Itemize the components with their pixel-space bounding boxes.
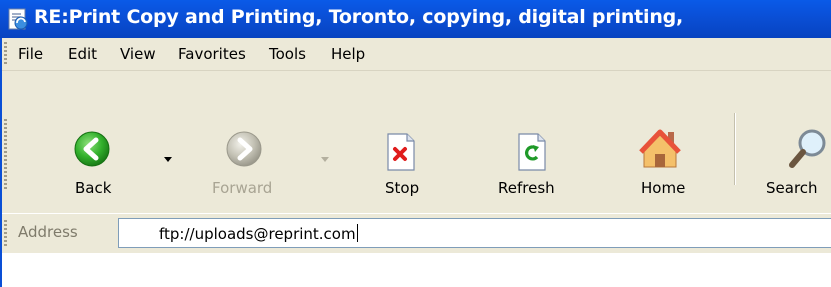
stop-label[interactable]: Stop — [385, 179, 419, 197]
toolbar-separator — [734, 113, 735, 185]
stop-button[interactable] — [385, 133, 417, 175]
refresh-label[interactable]: Refresh — [498, 179, 555, 197]
back-button[interactable] — [72, 129, 112, 173]
refresh-icon — [518, 133, 546, 171]
refresh-button[interactable] — [516, 133, 548, 175]
forward-dropdown-icon[interactable] — [321, 157, 329, 162]
title-bar[interactable]: RE:Print Copy and Printing, Toronto, cop… — [0, 0, 831, 38]
home-label[interactable]: Home — [641, 179, 685, 197]
forward-button[interactable] — [224, 129, 264, 173]
page-content-area[interactable] — [0, 253, 831, 287]
menubar-grip[interactable] — [4, 42, 7, 66]
ie-page-icon — [8, 8, 28, 30]
standard-toolbar: Back Forward Stop Refresh Home Search — [0, 71, 831, 213]
menu-file[interactable]: File — [18, 45, 43, 63]
window-title: RE:Print Copy and Printing, Toronto, cop… — [34, 6, 684, 28]
window-frame-left — [0, 38, 2, 287]
menu-bar: File Edit View Favorites Tools Help — [0, 38, 831, 71]
text-caret — [356, 224, 358, 242]
back-dropdown-icon[interactable] — [164, 157, 172, 162]
search-label[interactable]: Search — [766, 179, 818, 197]
menu-view[interactable]: View — [120, 45, 156, 63]
home-icon — [639, 129, 681, 168]
address-label: Address — [18, 223, 78, 241]
forward-label[interactable]: Forward — [212, 179, 272, 197]
address-input[interactable]: ftp://uploads@reprint.com — [118, 218, 831, 248]
address-bar: Address ftp://uploads@reprint.com — [0, 213, 831, 254]
menu-favorites[interactable]: Favorites — [178, 45, 246, 63]
toolbar-grip[interactable] — [4, 119, 7, 191]
search-button[interactable] — [778, 127, 831, 175]
search-icon — [789, 129, 826, 168]
addressbar-grip[interactable] — [4, 220, 7, 248]
back-label[interactable]: Back — [75, 179, 111, 197]
stop-icon — [387, 133, 415, 171]
menu-edit[interactable]: Edit — [68, 45, 97, 63]
menu-tools[interactable]: Tools — [269, 45, 306, 63]
menu-help[interactable]: Help — [331, 45, 365, 63]
back-arrow-icon — [74, 131, 110, 167]
address-value[interactable]: ftp://uploads@reprint.com — [159, 224, 358, 243]
home-button[interactable] — [639, 127, 681, 175]
forward-arrow-icon — [226, 131, 262, 167]
